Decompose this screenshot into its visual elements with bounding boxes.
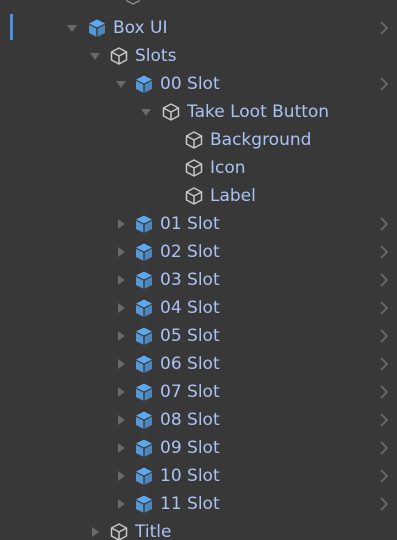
open-prefab-chevron-icon[interactable]	[379, 412, 389, 428]
expand-arrow-down-icon[interactable]	[140, 106, 152, 118]
hierarchy-panel: Box UI Slots 00 Slot Take Loot Button Ba…	[0, 0, 397, 540]
hierarchy-item-label: Background	[210, 130, 312, 150]
hierarchy-item-00-slot[interactable]: 00 Slot	[0, 70, 397, 98]
open-prefab-chevron-icon[interactable]	[379, 272, 389, 288]
hierarchy-item-label: Take Loot Button	[187, 102, 330, 122]
open-prefab-chevron-icon[interactable]	[379, 20, 389, 36]
collapse-arrow-right-icon[interactable]	[115, 498, 127, 510]
hierarchy-item-07-slot[interactable]: 07 Slot	[0, 378, 397, 406]
collapse-arrow-right-icon[interactable]	[115, 442, 127, 454]
collapse-arrow-right-icon[interactable]	[115, 218, 127, 230]
collapse-arrow-right-icon[interactable]	[89, 526, 101, 538]
open-prefab-chevron-icon[interactable]	[379, 384, 389, 400]
hierarchy-item-label: 11 Slot	[160, 494, 220, 514]
hierarchy-item-take-loot-button[interactable]: Take Loot Button	[0, 98, 397, 126]
hierarchy-item-03-slot[interactable]: 03 Slot	[0, 266, 397, 294]
expand-arrow-down-icon[interactable]	[66, 22, 78, 34]
hierarchy-item-label: Title	[135, 522, 172, 540]
prefab-icon	[134, 270, 154, 290]
open-prefab-chevron-icon[interactable]	[379, 440, 389, 456]
hierarchy-item-label: 10 Slot	[160, 466, 220, 486]
hierarchy-item-02-slot[interactable]: 02 Slot	[0, 238, 397, 266]
hierarchy-item-label[interactable]: Label	[0, 182, 397, 210]
expand-arrow-down-icon[interactable]	[115, 78, 127, 90]
gameobject-icon	[109, 46, 129, 66]
collapse-arrow-right-icon[interactable]	[115, 302, 127, 314]
open-prefab-chevron-icon[interactable]	[379, 300, 389, 316]
hierarchy-item-label: 02 Slot	[160, 242, 220, 262]
prefab-icon	[134, 74, 154, 94]
gameobject-icon	[109, 522, 129, 540]
prefab-icon	[87, 18, 107, 38]
collapse-arrow-right-icon[interactable]	[115, 386, 127, 398]
open-prefab-chevron-icon[interactable]	[379, 244, 389, 260]
prefab-icon	[134, 298, 154, 318]
hierarchy-item-label: 01 Slot	[160, 214, 220, 234]
hierarchy-item-background[interactable]: Background	[0, 126, 397, 154]
open-prefab-chevron-icon[interactable]	[379, 216, 389, 232]
gameobject-icon	[126, 0, 140, 5]
hierarchy-item-05-slot[interactable]: 05 Slot	[0, 322, 397, 350]
open-prefab-chevron-icon[interactable]	[379, 468, 389, 484]
open-prefab-chevron-icon[interactable]	[379, 328, 389, 344]
hierarchy-item-label: Box UI	[113, 18, 168, 38]
hierarchy-item-label: 03 Slot	[160, 270, 220, 290]
prefab-icon	[134, 242, 154, 262]
hierarchy-item-08-slot[interactable]: 08 Slot	[0, 406, 397, 434]
prefab-icon	[134, 494, 154, 514]
hierarchy-item-label: Label	[210, 186, 256, 206]
gameobject-icon	[161, 102, 181, 122]
prefab-icon	[134, 354, 154, 374]
prefab-icon	[134, 410, 154, 430]
collapse-arrow-right-icon[interactable]	[115, 414, 127, 426]
collapse-arrow-right-icon[interactable]	[115, 470, 127, 482]
hierarchy-item-06-slot[interactable]: 06 Slot	[0, 350, 397, 378]
collapse-arrow-right-icon[interactable]	[115, 358, 127, 370]
prefab-icon	[134, 214, 154, 234]
prefab-icon	[134, 438, 154, 458]
hierarchy-item-label: Icon	[210, 158, 246, 178]
hierarchy-item-01-slot[interactable]: 01 Slot	[0, 210, 397, 238]
prefab-icon	[134, 326, 154, 346]
gameobject-icon	[184, 186, 204, 206]
hierarchy-item-04-slot[interactable]: 04 Slot	[0, 294, 397, 322]
expand-arrow-down-icon[interactable]	[89, 50, 101, 62]
hierarchy-item-slots[interactable]: Slots	[0, 42, 397, 70]
prefab-icon	[134, 382, 154, 402]
collapse-arrow-right-icon[interactable]	[115, 330, 127, 342]
open-prefab-chevron-icon[interactable]	[379, 356, 389, 372]
open-prefab-chevron-icon[interactable]	[379, 496, 389, 512]
prefab-icon	[134, 466, 154, 486]
hierarchy-item-label: 07 Slot	[160, 382, 220, 402]
hierarchy-item-label: 08 Slot	[160, 410, 220, 430]
collapse-arrow-right-icon[interactable]	[115, 274, 127, 286]
hierarchy-item-10-slot[interactable]: 10 Slot	[0, 462, 397, 490]
hierarchy-item-label: 05 Slot	[160, 326, 220, 346]
open-prefab-chevron-icon[interactable]	[379, 76, 389, 92]
hierarchy-item-label: 00 Slot	[160, 74, 220, 94]
hierarchy-item-label: Slots	[135, 46, 177, 66]
hierarchy-item-label: 09 Slot	[160, 438, 220, 458]
hierarchy-item-label: 06 Slot	[160, 354, 220, 374]
gameobject-icon	[184, 130, 204, 150]
hierarchy-item-label: 04 Slot	[160, 298, 220, 318]
hierarchy-item-11-slot[interactable]: 11 Slot	[0, 490, 397, 518]
hierarchy-item-09-slot[interactable]: 09 Slot	[0, 434, 397, 462]
hierarchy-item-box-ui[interactable]: Box UI	[0, 14, 397, 42]
hierarchy-item-title[interactable]: Title	[0, 518, 397, 540]
gameobject-icon	[184, 158, 204, 178]
collapse-arrow-right-icon[interactable]	[115, 246, 127, 258]
hierarchy-item-icon[interactable]: Icon	[0, 154, 397, 182]
